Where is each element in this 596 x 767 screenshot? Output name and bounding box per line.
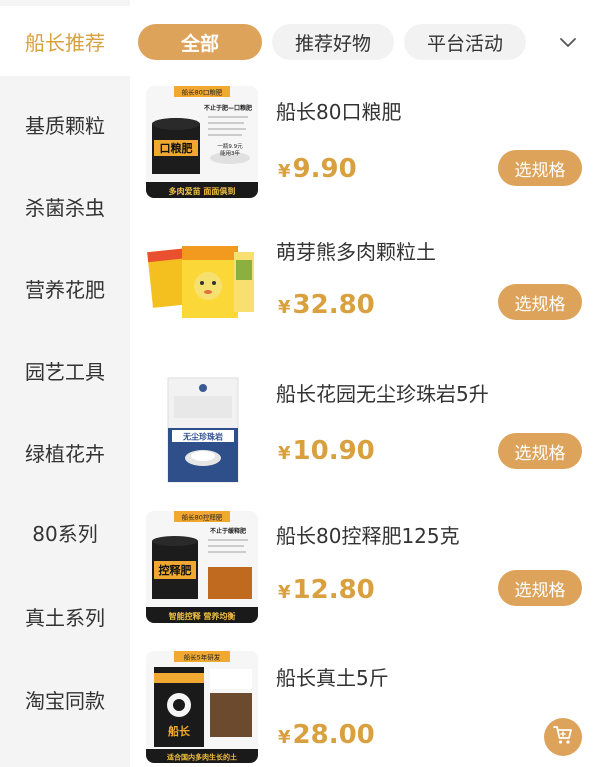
sidebar-item-substrate[interactable]: 基质颗粒 — [0, 89, 130, 159]
image-headline-text: 不止于肥—口粮肥 — [204, 104, 252, 112]
product-name[interactable]: 船长真土5斤 — [276, 662, 389, 691]
cart-icon — [552, 724, 574, 750]
sidebar-item-label: 基质颗粒 — [25, 113, 105, 138]
tab-all[interactable]: 全部 — [138, 24, 262, 60]
image-jar-label: 口粮肥 — [160, 141, 193, 155]
sidebar-item-label: 园艺工具 — [25, 359, 105, 384]
image-headline-text: 不止于缓释肥 — [210, 527, 246, 535]
sidebar-item-label: 淘宝同款 — [25, 688, 105, 713]
image-promo-text: 一瓶9.9元 — [217, 142, 243, 150]
sidebar-item-label: 真土系列 — [25, 605, 105, 630]
sidebar-item-80-series[interactable]: 80系列 — [0, 497, 130, 567]
image-bag-label: 船长 — [168, 724, 191, 738]
sidebar-item-garden-tools[interactable]: 园艺工具 — [0, 335, 130, 405]
image-bag-label: 无尘珍珠岩 — [182, 432, 223, 442]
price-value: 12.80 — [292, 575, 375, 605]
product-name[interactable]: 船长80控释肥125克 — [276, 520, 460, 549]
image-promo2-text: 能用3年 — [220, 149, 240, 157]
select-spec-button[interactable]: 选规格 — [498, 570, 582, 606]
category-sidebar: 船长推荐 基质颗粒 杀菌杀虫 营养花肥 园艺工具 绿植花卉 80系列 真土系列 … — [0, 0, 130, 767]
filter-tabs: 全部 推荐好物 平台活动 — [130, 0, 596, 82]
image-badge-text: 船长80控释肥 — [182, 513, 223, 522]
image-footer-text: 智能控释 营养均衡 — [169, 611, 236, 621]
select-spec-label: 选规格 — [514, 160, 566, 181]
sidebar-item-fertilizer[interactable]: 营养花肥 — [0, 253, 130, 323]
sidebar-item-label: 营养花肥 — [25, 277, 105, 302]
currency-symbol: ¥ — [278, 161, 291, 182]
product-image[interactable]: 船长80口粮肥 不止于肥—口粮肥 口粮肥 一瓶9.9元 能用3年 多肉爱苗 面面… — [146, 86, 258, 198]
tab-recommended[interactable]: 推荐好物 — [272, 24, 394, 60]
product-card[interactable]: 船长5年研发 船长 适合国内多肉生长的土 船长真土5斤 ¥28.00 — [130, 647, 596, 767]
sidebar-item-green-plants[interactable]: 绿植花卉 — [0, 417, 130, 487]
product-price: ¥12.80 — [278, 575, 375, 605]
product-price: ¥10.90 — [278, 436, 375, 466]
image-footer-text: 多肉爱苗 面面俱到 — [169, 186, 236, 196]
sidebar-item-real-soil[interactable]: 真土系列 — [0, 581, 130, 651]
tab-label: 平台活动 — [426, 32, 503, 55]
price-value: 9.90 — [292, 154, 357, 184]
product-price: ¥32.80 — [278, 290, 375, 320]
price-value: 28.00 — [292, 720, 375, 750]
add-to-cart-button[interactable] — [544, 718, 582, 756]
currency-symbol: ¥ — [278, 443, 291, 464]
price-value: 10.90 — [292, 436, 375, 466]
sidebar-item-label: 绿植花卉 — [25, 441, 105, 466]
product-image[interactable] — [146, 226, 258, 338]
image-badge-text: 船长5年研发 — [184, 653, 221, 662]
sidebar-item-label: 船长推荐 — [25, 30, 105, 55]
image-footer-text: 适合国内多肉生长的土 — [167, 753, 237, 762]
product-card[interactable]: 船长80控释肥 不止于缓释肥 控释肥 智能控释 营养均衡 船长80控释肥125克… — [130, 507, 596, 647]
price-value: 32.80 — [292, 290, 375, 320]
tab-platform-activity[interactable]: 平台活动 — [404, 24, 526, 60]
product-list: 船长80口粮肥 不止于肥—口粮肥 口粮肥 一瓶9.9元 能用3年 多肉爱苗 面面… — [130, 82, 596, 767]
product-image[interactable]: 船长5年研发 船长 适合国内多肉生长的土 — [146, 651, 258, 763]
select-spec-label: 选规格 — [514, 580, 566, 601]
tab-label: 推荐好物 — [294, 32, 371, 55]
product-card[interactable]: 无尘珍珠岩 船长花园无尘珍珠岩5升 ¥10.90 选规格 — [130, 362, 596, 502]
product-price: ¥28.00 — [278, 720, 375, 750]
select-spec-button[interactable]: 选规格 — [498, 433, 582, 469]
sidebar-item-taobao-same[interactable]: 淘宝同款 — [0, 664, 130, 734]
sidebar-item-label: 杀菌杀虫 — [25, 195, 105, 220]
sidebar-item-captain-recommend[interactable]: 船长推荐 — [0, 6, 130, 76]
select-spec-button[interactable]: 选规格 — [498, 284, 582, 320]
product-card[interactable]: 萌芽熊多肉颗粒土 ¥32.80 选规格 — [130, 222, 596, 362]
product-name[interactable]: 船长花园无尘珍珠岩5升 — [276, 378, 489, 407]
image-jar-label: 控释肥 — [159, 563, 192, 577]
image-badge-text: 船长80口粮肥 — [182, 88, 223, 97]
product-image[interactable]: 无尘珍珠岩 — [146, 374, 258, 486]
product-card[interactable]: 船长80口粮肥 不止于肥—口粮肥 口粮肥 一瓶9.9元 能用3年 多肉爱苗 面面… — [130, 82, 596, 222]
currency-symbol: ¥ — [278, 582, 291, 603]
product-name[interactable]: 船长80口粮肥 — [276, 96, 401, 125]
product-name[interactable]: 萌芽熊多肉颗粒土 — [276, 236, 436, 265]
tab-label: 全部 — [180, 32, 219, 55]
product-price: ¥9.90 — [278, 154, 357, 184]
select-spec-label: 选规格 — [514, 294, 566, 315]
select-spec-label: 选规格 — [514, 443, 566, 464]
sidebar-item-pesticide[interactable]: 杀菌杀虫 — [0, 171, 130, 241]
currency-symbol: ¥ — [278, 727, 291, 748]
sidebar-item-label: 80系列 — [32, 521, 98, 546]
product-image[interactable]: 船长80控释肥 不止于缓释肥 控释肥 智能控释 营养均衡 — [146, 511, 258, 623]
currency-symbol: ¥ — [278, 297, 291, 318]
select-spec-button[interactable]: 选规格 — [498, 150, 582, 186]
chevron-down-icon[interactable] — [556, 30, 580, 54]
